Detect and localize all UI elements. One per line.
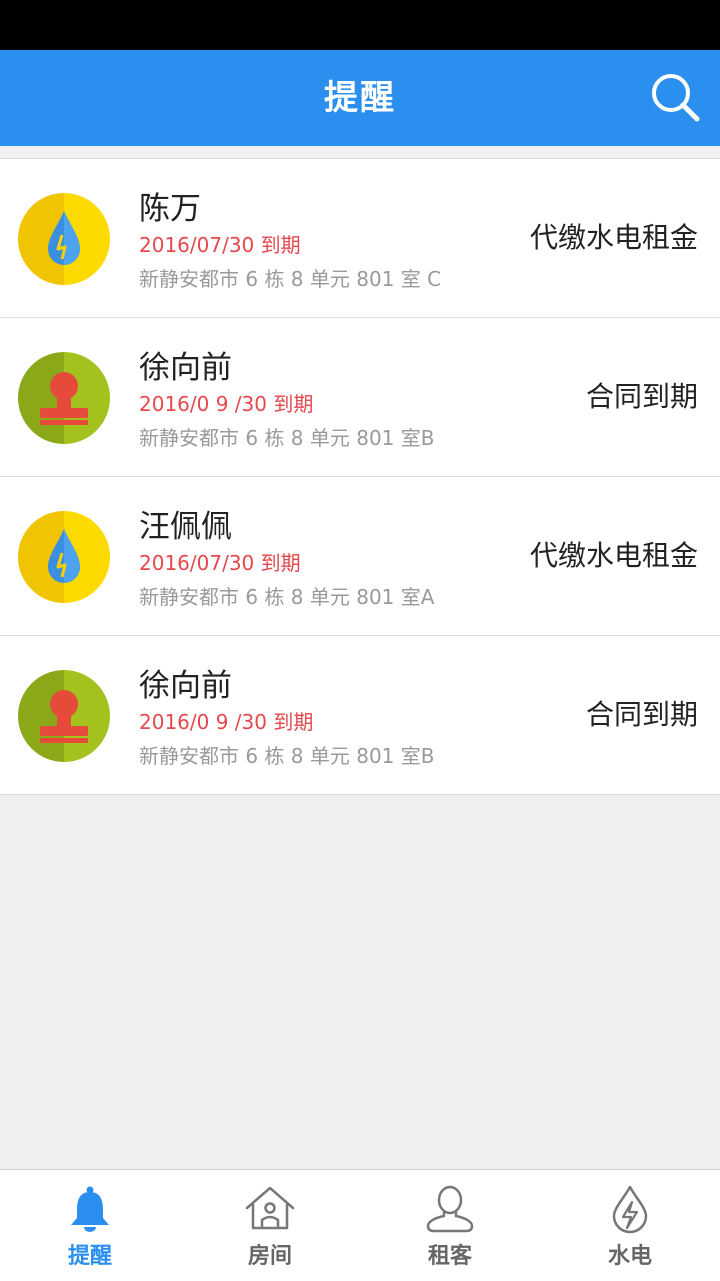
page-title: 提醒 xyxy=(324,78,396,118)
tenant-name: 徐向前 xyxy=(139,350,232,386)
tab-label: 提醒 xyxy=(67,1244,112,1269)
tab-label: 租客 xyxy=(427,1244,472,1269)
tab-tenants[interactable]: 租客 xyxy=(360,1170,540,1281)
room-address: 新静安都市 6 栋 8 单元 801 室 C xyxy=(139,267,442,291)
app-header: 提醒 xyxy=(0,50,720,146)
stamp-icon xyxy=(18,670,110,762)
room-address: 新静安都市 6 栋 8 单元 801 室B xyxy=(139,426,435,450)
tab-reminders[interactable]: 提醒 xyxy=(0,1170,180,1281)
reminder-row[interactable]: 徐向前 2016/0 9 /30 到期 新静安都市 6 栋 8 单元 801 室… xyxy=(0,318,720,477)
tab-utilities[interactable]: 水电 xyxy=(540,1170,720,1281)
reminder-row[interactable]: 汪佩佩 2016/07/30 到期 新静安都市 6 栋 8 单元 801 室A … xyxy=(0,477,720,636)
reminder-type: 代缴水电租金 xyxy=(529,539,698,572)
reminder-list: 陈万 2016/07/30 到期 新静安都市 6 栋 8 单元 801 室 C … xyxy=(0,158,720,795)
reminder-type: 合同到期 xyxy=(585,698,698,731)
bell-icon xyxy=(64,1184,116,1234)
tenant-name: 汪佩佩 xyxy=(139,509,232,545)
reminder-row[interactable]: 陈万 2016/07/30 到期 新静安都市 6 栋 8 单元 801 室 C … xyxy=(0,159,720,318)
due-date: 2016/07/30 到期 xyxy=(139,551,301,575)
tab-label: 房间 xyxy=(247,1244,292,1269)
reminder-row[interactable]: 徐向前 2016/0 9 /30 到期 新静安都市 6 栋 8 单元 801 室… xyxy=(0,636,720,795)
room-address: 新静安都市 6 栋 8 单元 801 室B xyxy=(139,744,435,768)
due-date: 2016/0 9 /30 到期 xyxy=(139,392,314,416)
stamp-icon xyxy=(18,352,110,444)
tenant-name: 陈万 xyxy=(139,191,201,227)
bottom-tab-bar: 提醒 房间 租客 水电 xyxy=(0,1169,720,1281)
reminder-type: 代缴水电租金 xyxy=(529,221,698,254)
reminder-type: 合同到期 xyxy=(585,380,698,413)
person-icon xyxy=(424,1184,476,1234)
water-electric-outline-icon xyxy=(604,1184,656,1234)
tab-label: 水电 xyxy=(607,1244,652,1269)
search-icon[interactable] xyxy=(650,72,702,124)
room-address: 新静安都市 6 栋 8 单元 801 室A xyxy=(139,585,435,609)
due-date: 2016/0 9 /30 到期 xyxy=(139,710,314,734)
tenant-name: 徐向前 xyxy=(139,668,232,704)
house-icon xyxy=(244,1184,296,1234)
water-electric-icon xyxy=(18,511,110,603)
due-date: 2016/07/30 到期 xyxy=(139,233,301,257)
water-electric-icon xyxy=(18,193,110,285)
tab-rooms[interactable]: 房间 xyxy=(180,1170,360,1281)
status-bar xyxy=(0,0,720,50)
